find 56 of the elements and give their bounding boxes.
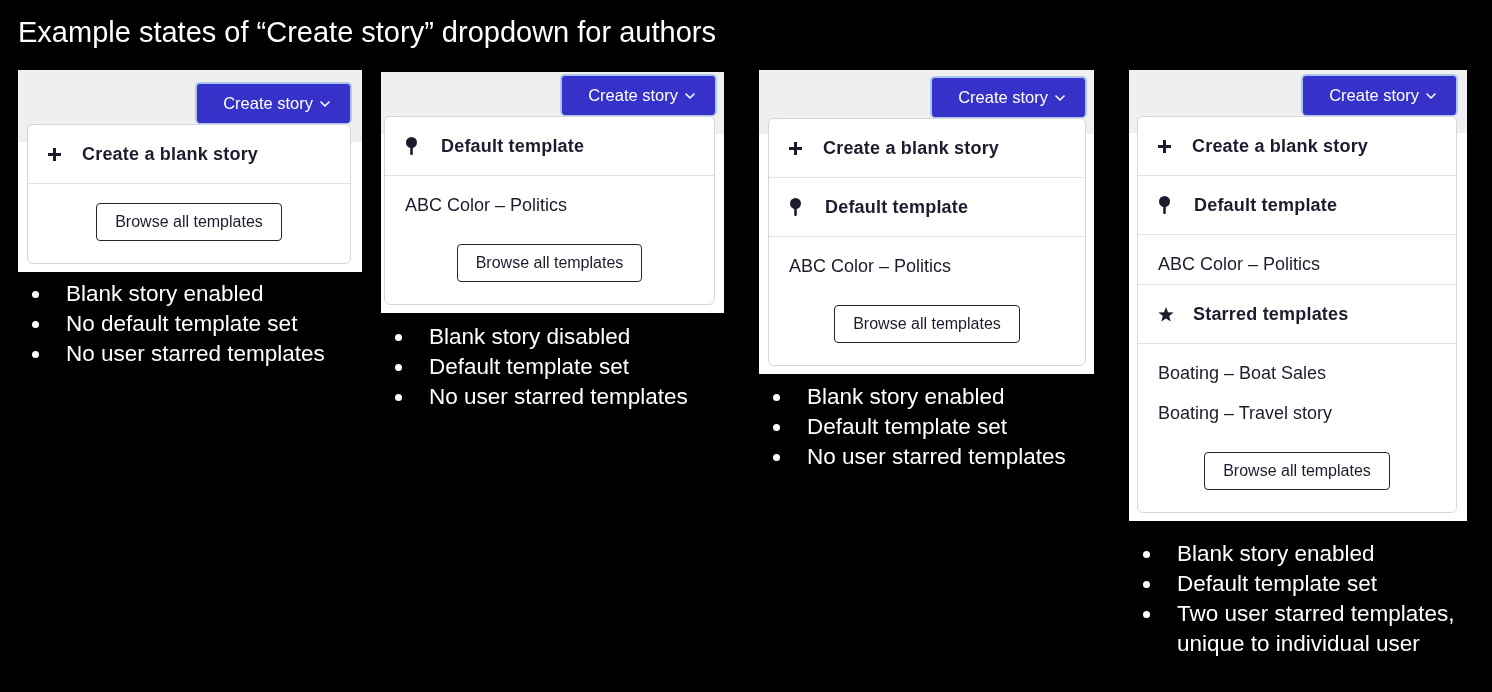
- bullet-icon: [32, 321, 39, 328]
- note-text: Default template set: [807, 413, 1008, 441]
- template-item[interactable]: Boating – Boat Sales: [1138, 353, 1456, 393]
- browse-templates-button[interactable]: Browse all templates: [1204, 452, 1390, 490]
- note-text: Blank story enabled: [807, 383, 1005, 411]
- pin-icon: [790, 198, 801, 216]
- template-item[interactable]: ABC Color – Politics: [769, 246, 1085, 286]
- chevron-down-icon: [685, 92, 695, 99]
- star-icon: [1158, 306, 1174, 322]
- chevron-down-icon: [320, 100, 330, 107]
- pin-icon: [406, 137, 417, 155]
- bullet-icon: [395, 394, 402, 401]
- browse-templates-button[interactable]: Browse all templates: [456, 244, 643, 282]
- note-text: Two user starred templates, unique to individual user: [1177, 600, 1456, 658]
- create-story-button[interactable]: Create story: [1301, 74, 1458, 116]
- plus-icon: [789, 141, 802, 155]
- template-item[interactable]: ABC Color – Politics: [385, 185, 714, 225]
- section-heading: Default template: [825, 196, 969, 218]
- browse-templates-button[interactable]: Browse all templates: [96, 203, 282, 241]
- note-text: No user starred templates: [807, 443, 1066, 471]
- note-text: Blank story disabled: [429, 323, 631, 351]
- bullet-icon: [32, 351, 39, 358]
- template-item[interactable]: Boating – Travel story: [1138, 393, 1456, 433]
- section-heading: Default template: [1194, 194, 1338, 216]
- bullet-icon: [32, 291, 39, 298]
- bullet-icon: [395, 364, 402, 371]
- bullet-icon: [773, 424, 780, 431]
- note-text: No user starred templates: [66, 340, 325, 368]
- slide-title: Example states of “Create story” dropdown for authors: [18, 15, 717, 50]
- bullet-icon: [1143, 611, 1150, 618]
- pin-icon: [1159, 196, 1170, 214]
- chevron-down-icon: [1426, 92, 1436, 99]
- note-text: Blank story enabled: [66, 280, 264, 308]
- bullet-icon: [773, 454, 780, 461]
- section-heading: Default template: [441, 135, 585, 157]
- plus-icon: [48, 147, 61, 161]
- note-text: No user starred templates: [429, 383, 688, 411]
- note-text: Blank story enabled: [1177, 540, 1375, 568]
- menu-item[interactable]: Create a blank story: [769, 119, 1085, 177]
- bullet-icon: [395, 334, 402, 341]
- create-story-button[interactable]: Create story: [195, 82, 352, 124]
- create-story-button[interactable]: Create story: [930, 76, 1087, 118]
- note-text: Default template set: [429, 353, 630, 381]
- menu-item[interactable]: Create a blank story: [28, 125, 350, 183]
- bullet-icon: [1143, 551, 1150, 558]
- note-text: Default template set: [1177, 570, 1378, 598]
- note-text: No default template set: [66, 310, 298, 338]
- menu-item[interactable]: Create a blank story: [1138, 117, 1456, 175]
- bullet-icon: [1143, 581, 1150, 588]
- section-heading: Starred templates: [1193, 303, 1349, 325]
- create-story-button[interactable]: Create story: [560, 74, 717, 116]
- chevron-down-icon: [1055, 94, 1065, 101]
- template-item[interactable]: ABC Color – Politics: [1138, 244, 1456, 284]
- browse-templates-button[interactable]: Browse all templates: [834, 305, 1020, 343]
- bullet-icon: [773, 394, 780, 401]
- plus-icon: [1158, 139, 1171, 153]
